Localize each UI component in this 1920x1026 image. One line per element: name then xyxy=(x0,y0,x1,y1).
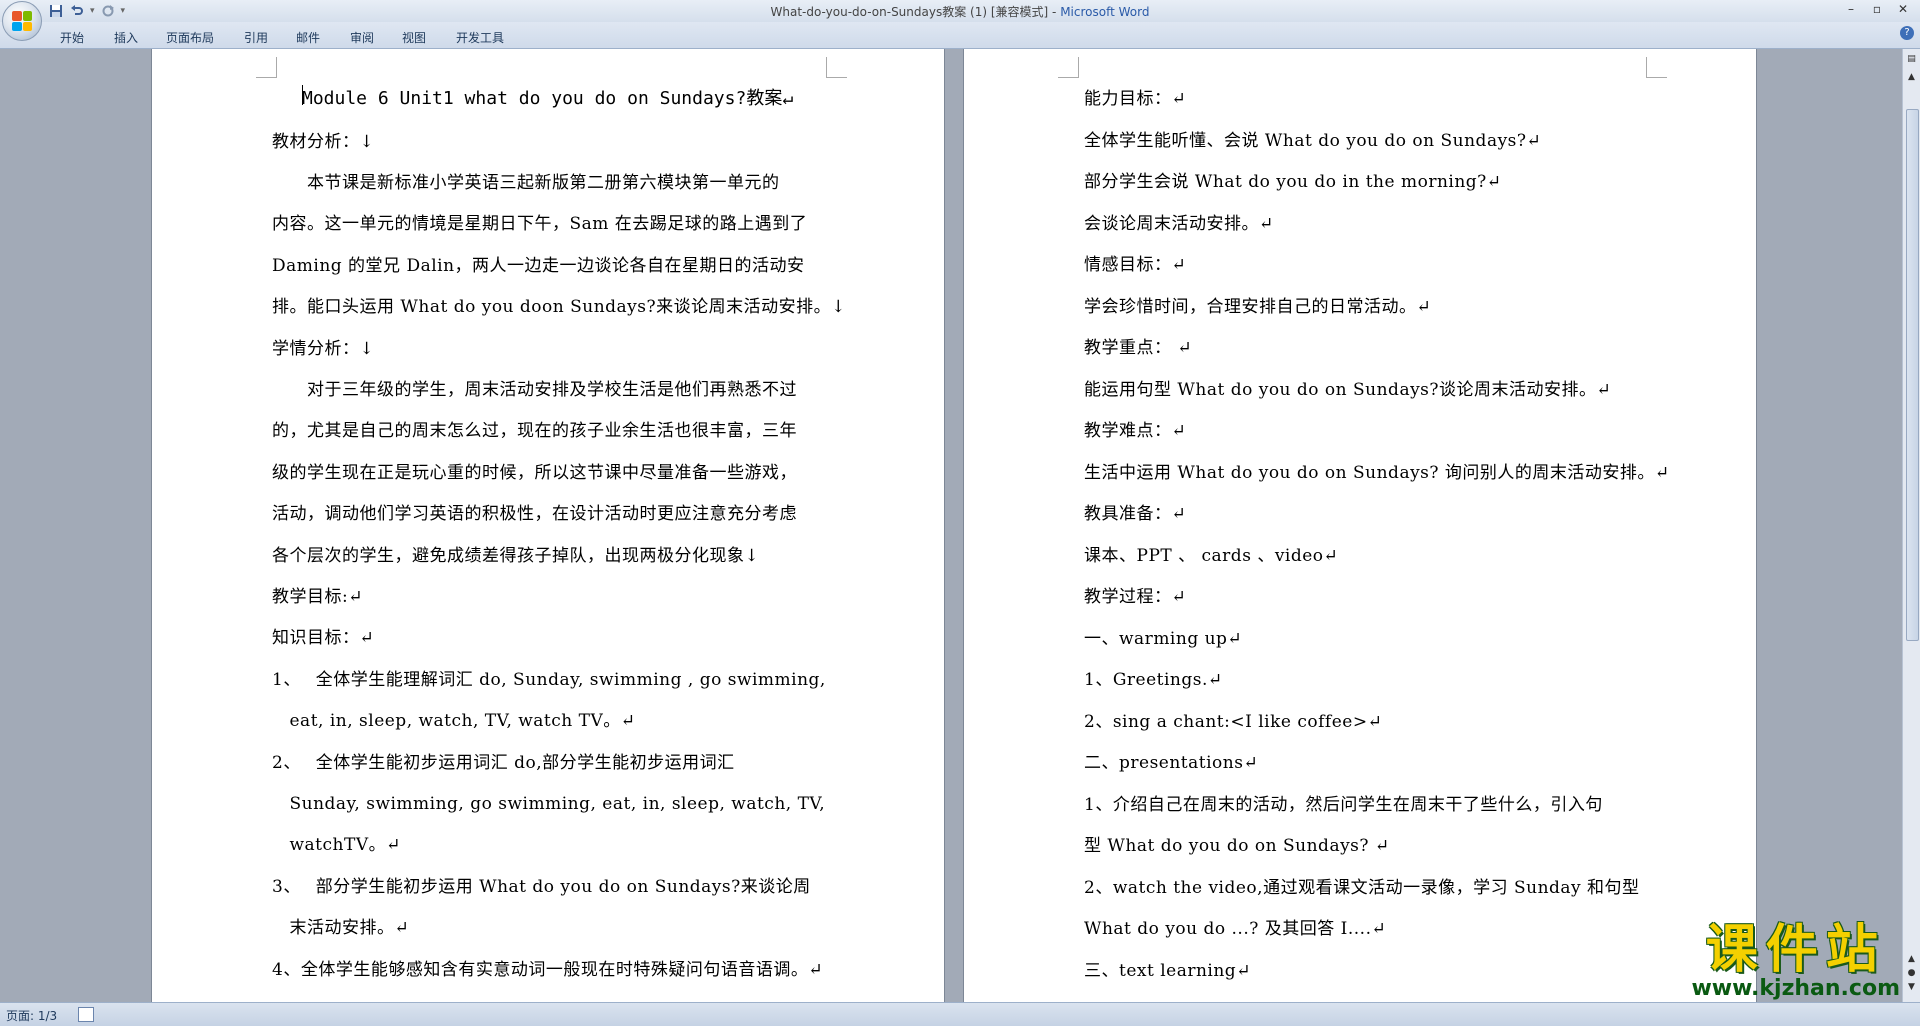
paragraph-line: 本节课是新标准小学英语三起新版第二册第六模块第一单元的 xyxy=(272,173,780,193)
title-bar: ▾ ▾ What-do-you-do-on-Sundays教案 (1) [兼容模… xyxy=(0,0,1920,22)
list-item-line: 2、 全体学生能初步运用词汇 do,部分学生能初步运用词汇 xyxy=(272,753,735,773)
paragraph-line: 1、介绍自己在周末的活动，然后问学生在周末干了些什么，引入句 xyxy=(1084,795,1603,815)
app-name: Microsoft Word xyxy=(1060,5,1150,19)
list-item-line: watchTV。↵ xyxy=(272,835,401,855)
tab-mailings[interactable]: 邮件 xyxy=(296,29,320,46)
paragraph-line: 会谈论周末活动安排。↵ xyxy=(1084,214,1274,234)
previous-page-icon[interactable]: ▲ xyxy=(1905,953,1918,966)
minimize-icon[interactable]: – xyxy=(1838,0,1864,18)
paragraph-line: 型 What do you do on Sundays? ↵ xyxy=(1084,836,1390,856)
paragraph-line: 学情分析：↓ xyxy=(272,339,375,359)
next-page-icon[interactable]: ▼ xyxy=(1905,981,1918,994)
paragraph-line: 的，尤其是自己的周末怎么过，现在的孩子业余生活也很丰富，三年 xyxy=(272,421,797,441)
paragraph-line: 知识目标：↵ xyxy=(272,628,375,648)
paragraph-line: 活动，调动他们学习英语的积极性，在设计活动时更应注意充分考虑 xyxy=(272,504,797,524)
margin-corner-mark xyxy=(256,57,277,78)
paragraph-line: 二、presentations↵ xyxy=(1084,753,1259,773)
maximize-icon[interactable]: ▫ xyxy=(1864,0,1890,18)
paragraph-line: 对于三年级的学生，周末活动安排及学校生活是他们再熟悉不过 xyxy=(272,380,797,400)
document-title: What-do-you-do-on-Sundays教案 (1) [兼容模式] xyxy=(770,5,1049,19)
paragraph-line: 学会珍惜时间，合理安排自己的日常活动。↵ xyxy=(1084,297,1432,317)
list-item-line: 末活动安排。↵ xyxy=(272,918,410,938)
paragraph-line: 教学目标:↵ xyxy=(272,587,363,607)
tab-insert[interactable]: 插入 xyxy=(114,29,138,46)
watermark-text: 课件站 xyxy=(1705,920,1886,980)
vertical-scrollbar[interactable]: ▤ ▲ ▲ ● ▼ xyxy=(1902,49,1920,1002)
paragraph-line: 2、watch the video,通过观看课文活动一录像，学习 Sunday … xyxy=(1084,878,1640,898)
close-icon[interactable]: ✕ xyxy=(1890,0,1916,18)
help-icon[interactable]: ? xyxy=(1900,26,1914,40)
watermark-logo: 课件站 www.kjzhan.com xyxy=(1691,922,1900,1000)
tab-page-layout[interactable]: 页面布局 xyxy=(166,29,214,46)
list-item-line: 3、 部分学生能初步运用 What do you do on Sundays?来… xyxy=(272,877,811,897)
paragraph-line: 1、Greetings.↵ xyxy=(1084,670,1223,690)
tab-developer[interactable]: 开发工具 xyxy=(456,29,504,46)
tab-view[interactable]: 视图 xyxy=(402,29,426,46)
paragraph-line: 2、sing a chant:<I like coffee>↵ xyxy=(1084,712,1383,732)
paragraph-line: 内容。这一单元的情境是星期日下午，Sam 在去踢足球的路上遇到了 xyxy=(272,214,808,234)
margin-corner-mark xyxy=(1646,57,1667,78)
list-item-line: eat, in, sleep, watch, TV, watch TV。↵ xyxy=(272,711,636,731)
paragraph-line: 能运用句型 What do you do on Sundays?谈论周末活动安排… xyxy=(1084,380,1612,400)
document-title-line: Module 6 Unit1 what do you do on Sundays… xyxy=(302,88,794,109)
paragraph-line: 教具准备：↵ xyxy=(1084,504,1187,524)
paragraph-line: Daming 的堂兄 Dalin，两人一边走一边谈论各自在星期日的活动安 xyxy=(272,256,805,276)
paragraph-line: 教材分析：↓ xyxy=(272,132,375,152)
office-logo-icon xyxy=(12,11,32,31)
document-page-right[interactable]: 能力目标：↵ 全体学生能听懂、会说 What do you do on Sund… xyxy=(964,49,1756,1002)
paragraph-line: 部分学生会说 What do you do in the morning?↵ xyxy=(1084,172,1502,192)
window-title: What-do-you-do-on-Sundays教案 (1) [兼容模式] -… xyxy=(0,3,1920,20)
paragraph-line: 教学难点：↵ xyxy=(1084,421,1187,441)
proofing-status-icon[interactable] xyxy=(78,1007,94,1022)
tab-references[interactable]: 引用 xyxy=(244,29,268,46)
margin-corner-mark xyxy=(826,57,847,78)
status-bar: 页面: 1/3 xyxy=(0,1002,1920,1026)
document-page-left[interactable]: Module 6 Unit1 what do you do on Sundays… xyxy=(152,49,944,1002)
paragraph-line: What do you do ...? 及其回答 I....↵ xyxy=(1084,919,1387,939)
paragraph-line: 各个层次的学生，避免成绩差得孩子掉队，出现两极分化现象↓ xyxy=(272,546,760,566)
paragraph-line: 教学重点： ↵ xyxy=(1084,338,1193,358)
page-count[interactable]: 页面: 1/3 xyxy=(6,1007,57,1024)
paragraph-line: 教学过程：↵ xyxy=(1084,587,1187,607)
margin-corner-mark xyxy=(1058,57,1079,78)
paragraph-line: 一、warming up↵ xyxy=(1084,629,1243,649)
paragraph-line: 情感目标：↵ xyxy=(1084,255,1187,275)
document-workspace: Module 6 Unit1 what do you do on Sundays… xyxy=(0,49,1902,1002)
office-button[interactable] xyxy=(2,1,42,41)
paragraph-line: 课本、PPT 、 cards 、video↵ xyxy=(1084,546,1339,566)
ruler-toggle-icon[interactable]: ▤ xyxy=(1905,53,1918,66)
scroll-up-icon[interactable]: ▲ xyxy=(1905,71,1918,84)
paragraph-line: 能力目标：↵ xyxy=(1084,89,1187,109)
paragraph-line: 全体学生能听懂、会说 What do you do on Sundays?↵ xyxy=(1084,131,1542,151)
tab-home[interactable]: 开始 xyxy=(60,29,84,46)
paragraph-line: 排。能口头运用 What do you doon Sundays?来谈论周末活动… xyxy=(272,297,846,317)
watermark-url: www.kjzhan.com xyxy=(1691,976,1900,1001)
list-item-line: 4、全体学生能够感知含有实意动词一般现在时特殊疑问句语音语调。↵ xyxy=(272,960,824,980)
paragraph-line: 级的学生现在正是玩心重的时候，所以这节课中尽量准备一些游戏， xyxy=(272,463,797,483)
ribbon-tabs: 开始 插入 页面布局 引用 邮件 审阅 视图 开发工具 xyxy=(0,22,1920,49)
paragraph-line: 生活中运用 What do you do on Sundays? 询问别人的周末… xyxy=(1084,463,1670,483)
tab-review[interactable]: 审阅 xyxy=(350,29,374,46)
list-item-line: Sunday, swimming, go swimming, eat, in, … xyxy=(272,794,826,814)
scrollbar-thumb[interactable] xyxy=(1906,109,1919,641)
paragraph-line: 三、text learning↵ xyxy=(1084,961,1251,981)
list-item-line: 1、 全体学生能理解词汇 do, Sunday, swimming , go s… xyxy=(272,670,826,690)
select-browse-object-icon[interactable]: ● xyxy=(1905,967,1918,980)
title-separator: - xyxy=(1048,5,1061,19)
window-controls: – ▫ ✕ xyxy=(1838,0,1916,18)
